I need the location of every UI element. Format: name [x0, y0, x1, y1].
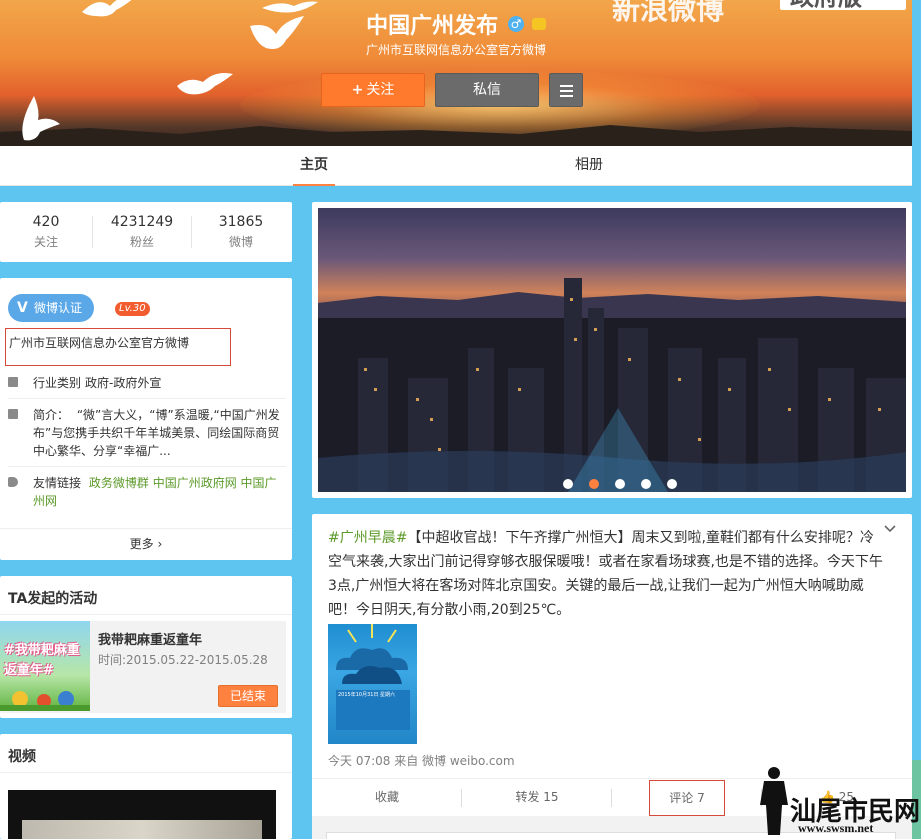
links-key: 友情链接 [33, 476, 82, 490]
activity-card: TA发起的活动 #我带耙麻重返童年# 我带耙麻重返童年 时间:2015.05.2… [0, 576, 292, 718]
video-card: 视频 [0, 734, 292, 839]
stat-following-label: 关注 [33, 235, 58, 249]
briefcase-icon [8, 377, 18, 387]
activity-title: TA发起的活动 [8, 591, 98, 607]
more-button[interactable]: 更多 › [0, 528, 292, 560]
link-gz-gov[interactable]: 中国广州政府网 [153, 476, 237, 490]
profile-name-row: 中国广州发布 ♂ [0, 8, 912, 40]
post-body: 【中超收官战！下午齐撑广州恒大】周末又到啦,童鞋们都有什么安排呢？冷空气来袭,大… [328, 530, 883, 618]
divider [92, 216, 93, 248]
divider [191, 216, 192, 248]
intro-value: “微”言大义，“博”系温暖,“中国广州发布”与您携手共织千年羊城美景、同绘国际商… [33, 408, 280, 458]
profile-tabs: 主页 相册 [0, 146, 912, 186]
favorite-button[interactable]: 收藏 [312, 779, 462, 817]
post-meta: 今天 07:08 来自 微博 weibo.com [328, 754, 515, 768]
activity-item[interactable]: #我带耙麻重返童年# 我带耙麻重返童年 时间:2015.05.22-2015.0… [0, 621, 286, 713]
follow-button[interactable]: + 关注 [321, 73, 425, 107]
divider [0, 614, 292, 615]
stat-followers[interactable]: 4231249 粉丝 [96, 214, 188, 250]
follow-label: 关注 [366, 82, 395, 98]
carousel-dot[interactable] [667, 479, 677, 489]
message-button[interactable]: 私信 [435, 73, 539, 107]
profile-name: 中国广州发布 [366, 14, 499, 39]
stat-posts[interactable]: 31865 微博 [195, 214, 287, 250]
about-card: V 微博认证 Lv.30 广州市互联网信息办公室官方微博 行业类别 政府-政府外宣… [0, 278, 292, 560]
intro-key: 简介： [33, 408, 70, 422]
verify-badge-label: 微博认证 [34, 301, 83, 315]
tab-album[interactable]: 相册 [568, 146, 610, 186]
stat-posts-value: 31865 [218, 214, 264, 230]
dove-icon [22, 96, 60, 141]
divider [8, 398, 286, 399]
link-gov-weibo-group[interactable]: 政务微博群 [89, 476, 149, 490]
city-night-scene [318, 278, 906, 492]
verify-v-icon: V [17, 300, 28, 316]
profile-description: 广州市互联网信息办公室官方微博 [365, 43, 546, 57]
plus-icon: + [351, 82, 364, 98]
carousel-dot[interactable] [563, 479, 573, 489]
carousel-dot[interactable] [641, 479, 651, 489]
divider [0, 772, 292, 773]
tag-icon [8, 477, 18, 487]
chevron-right-icon: › [157, 537, 163, 551]
activity-status-button[interactable]: 已结束 [218, 685, 278, 707]
divider [8, 466, 286, 467]
post-image[interactable]: 2015年10月31日 星期六 [328, 624, 417, 744]
watermark-url: www.swsm.net [798, 821, 874, 835]
info-intro: 简介： “微”言大义，“博”系温暖,“中国广州发布”与您携手共织千年羊城美景、同… [8, 406, 286, 460]
info-links: 友情链接 政务微博群 中国广州政府网 中国广州网 [8, 474, 286, 510]
video-thumbnail[interactable] [8, 790, 276, 839]
industry-value: 政府-政府外宣 [85, 376, 162, 390]
stat-following-value: 420 [32, 214, 60, 230]
stats-card: 420 关注 4231249 粉丝 31865 微博 [0, 202, 292, 262]
watermark-figure-icon [760, 767, 788, 835]
stat-posts-label: 微博 [228, 235, 253, 249]
comment-button[interactable]: 评论 7 [612, 779, 762, 817]
tab-home[interactable]: 主页 [293, 146, 335, 186]
industry-key: 行业类别 [33, 376, 82, 390]
post-text: #广州早晨#【中超收官战！下午齐撑广州恒大】周末又到啦,童鞋们都有什么安排呢？冷… [328, 526, 884, 622]
profile-cover: 新浪微博 政府版 中国广州发布 ♂ 广州市互联网信息办公室官方微博 +关注 私信 [0, 0, 912, 146]
photo-carousel [312, 202, 912, 498]
edit-icon [8, 409, 18, 419]
cover-skyline [0, 125, 912, 146]
site-watermark: 汕尾市民网 www.swsm.net [752, 765, 920, 839]
activity-item-title[interactable]: 我带耙麻重返童年 [98, 629, 202, 648]
verify-badge[interactable]: V 微博认证 [8, 294, 94, 322]
carousel-dot[interactable] [615, 479, 625, 489]
video-title: 视频 [8, 749, 36, 765]
activity-item-time: 时间:2015.05.22-2015.05.28 [98, 653, 268, 667]
repost-button[interactable]: 转发 15 [462, 779, 612, 817]
menu-icon[interactable] [549, 73, 583, 107]
male-icon: ♂ [508, 16, 524, 32]
carousel-image[interactable] [318, 208, 906, 492]
stat-followers-label: 粉丝 [129, 235, 154, 249]
activity-image-text: #我带耙麻重返童年# [4, 643, 80, 678]
info-industry: 行业类别 政府-政府外宣 [8, 374, 286, 392]
dove-icon [177, 73, 233, 95]
carousel-dot-active[interactable] [589, 479, 599, 489]
stat-followers-value: 4231249 [110, 214, 174, 230]
comment-label: 评论 7 [649, 780, 725, 816]
level-badge[interactable]: Lv.30 [115, 302, 150, 316]
post-hashtag[interactable]: #广州早晨# [328, 530, 407, 546]
chevron-down-icon[interactable] [883, 522, 897, 536]
stat-following[interactable]: 420 关注 [0, 214, 92, 250]
vip-icon[interactable] [531, 18, 546, 30]
video-thumbnail-frame [22, 820, 262, 839]
activity-image[interactable]: #我带耙麻重返童年# [0, 621, 90, 711]
post-image-caption: 2015年10月31日 星期六 [338, 691, 395, 698]
verify-description: 广州市互联网信息办公室官方微博 [5, 328, 231, 366]
more-label: 更多 [129, 537, 154, 551]
post-image-art: 2015年10月31日 星期六 [336, 624, 410, 730]
